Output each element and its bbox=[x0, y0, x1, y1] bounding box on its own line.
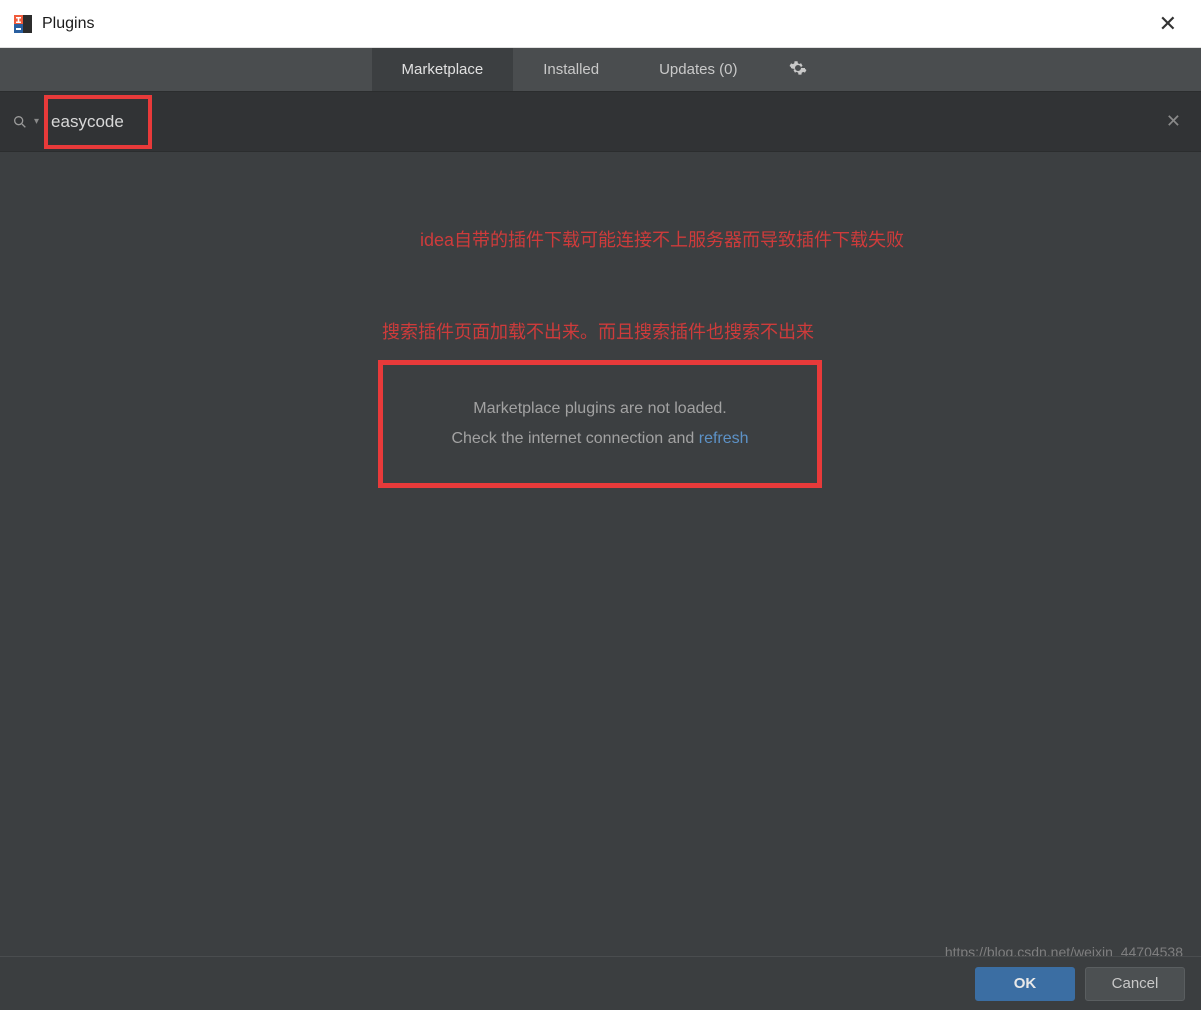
intellij-icon bbox=[14, 15, 32, 33]
error-line-1: Marketplace plugins are not loaded. bbox=[473, 400, 727, 418]
search-clear-button[interactable]: ✕ bbox=[1158, 107, 1189, 136]
tab-updates-label: Updates (0) bbox=[659, 61, 737, 78]
window-close-button[interactable]: ✕ bbox=[1149, 7, 1187, 41]
search-dropdown-chevron-icon[interactable]: ▾ bbox=[34, 116, 39, 127]
search-input[interactable] bbox=[47, 106, 1158, 138]
main-content: idea自带的插件下载可能连接不上服务器而导致插件下载失败 搜索插件页面加载不出… bbox=[0, 152, 1201, 956]
dialog-footer: OK Cancel bbox=[0, 956, 1201, 1010]
tab-updates[interactable]: Updates (0) bbox=[629, 48, 767, 91]
error-message-box: Marketplace plugins are not loaded. Chec… bbox=[378, 360, 822, 488]
tab-settings[interactable] bbox=[767, 48, 829, 91]
refresh-link[interactable]: refresh bbox=[699, 430, 749, 447]
window-titlebar: Plugins ✕ bbox=[0, 0, 1201, 48]
ok-button-label: OK bbox=[1014, 975, 1037, 992]
tab-marketplace-label: Marketplace bbox=[402, 61, 484, 78]
tab-marketplace[interactable]: Marketplace bbox=[372, 48, 514, 91]
gear-icon bbox=[789, 59, 807, 81]
tab-installed-label: Installed bbox=[543, 61, 599, 78]
annotation-text-2: 搜索插件页面加载不出来。而且搜索插件也搜索不出来 bbox=[382, 318, 814, 344]
cancel-button[interactable]: Cancel bbox=[1085, 967, 1185, 1001]
search-bar: ▾ ✕ bbox=[0, 92, 1201, 152]
tab-installed[interactable]: Installed bbox=[513, 48, 629, 91]
search-input-container bbox=[47, 106, 1158, 138]
window-title: Plugins bbox=[42, 15, 1149, 33]
search-icon[interactable] bbox=[12, 114, 28, 130]
ok-button[interactable]: OK bbox=[975, 967, 1075, 1001]
annotation-text-1: idea自带的插件下载可能连接不上服务器而导致插件下载失败 bbox=[420, 226, 904, 252]
error-line-2-prefix: Check the internet connection and bbox=[451, 430, 698, 447]
error-line-2: Check the internet connection and refres… bbox=[451, 430, 748, 448]
tabs-bar: Marketplace Installed Updates (0) bbox=[0, 48, 1201, 92]
cancel-button-label: Cancel bbox=[1112, 975, 1159, 992]
